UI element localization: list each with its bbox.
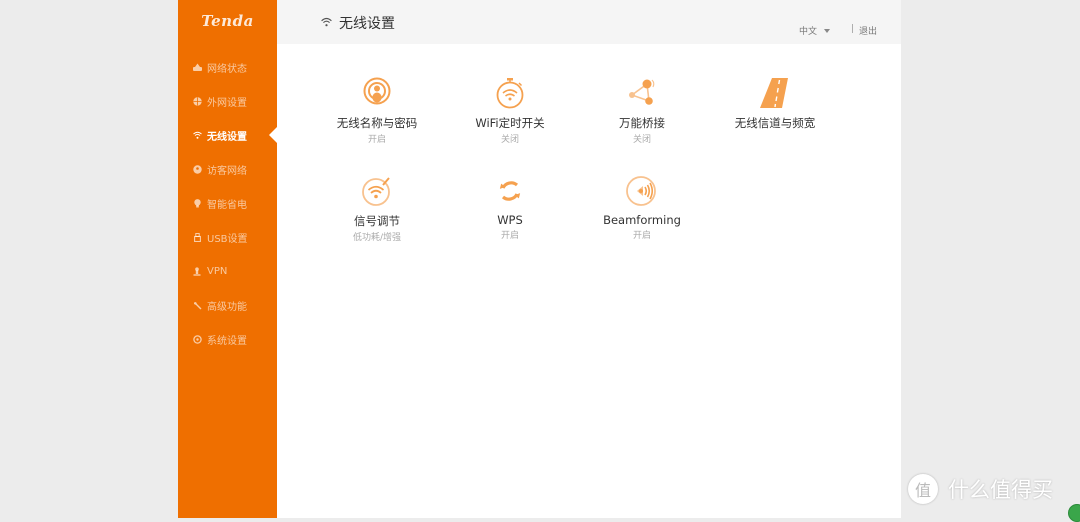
- wrench-icon: [192, 300, 202, 310]
- sidebar-nav: 网络状态 外网设置 无线设置 访客网络 智能省电 USB设置 VPN 高级功能 …: [178, 50, 277, 356]
- road-icon: [720, 76, 830, 110]
- globe-icon: [192, 96, 202, 106]
- vpn-icon: [192, 266, 202, 276]
- logout-link[interactable]: 退出: [859, 24, 877, 37]
- tile-name: 无线信道与频宽: [734, 116, 816, 130]
- tile-name: 万能桥接: [619, 116, 665, 130]
- tile-name: WPS: [497, 213, 523, 227]
- sidebar-item-wireless-settings[interactable]: 无线设置: [178, 118, 277, 152]
- signal-adjust-icon: [322, 174, 432, 208]
- corner-status-icon: [1068, 504, 1080, 522]
- watermark: 值 什么值得买: [908, 474, 1053, 504]
- watermark-text: 什么值得买: [948, 478, 1053, 502]
- sidebar-item-label: VPN: [207, 265, 228, 277]
- tile-name: Beamforming: [603, 213, 681, 227]
- main-panel: 无线设置 中文 | 退出 无线名称与密码 开启 WiFi定时开关 关闭 万能桥接…: [277, 0, 901, 518]
- page-title: 无线设置: [321, 13, 395, 33]
- tile-status: 关闭: [500, 135, 519, 145]
- sidebar-item-label: 高级功能: [207, 301, 247, 313]
- chevron-down-icon: [824, 28, 831, 33]
- sidebar-item-label: 系统设置: [207, 335, 247, 347]
- sidebar-item-wan-settings[interactable]: 外网设置: [178, 84, 277, 118]
- sidebar-item-usb-settings[interactable]: USB设置: [178, 220, 277, 254]
- tile-status: 开启: [500, 231, 519, 241]
- usb-icon: [192, 232, 202, 242]
- tile-status: 开启: [632, 231, 651, 241]
- sidebar-item-system-settings[interactable]: 系统设置: [178, 322, 277, 356]
- bulb-icon: [192, 198, 202, 208]
- tile-status: 关闭: [632, 135, 651, 145]
- bridge-icon: [587, 76, 697, 110]
- tile-name: 无线名称与密码: [336, 116, 418, 130]
- tile-signal-adjust[interactable]: 信号调节 低功耗/增强: [322, 174, 432, 243]
- wifi-timer-icon: [455, 76, 565, 110]
- tile-status: 开启: [367, 135, 386, 145]
- guest-icon: [192, 164, 202, 174]
- sidebar-item-label: 访客网络: [207, 165, 247, 177]
- tenda-logo: Tenda: [201, 12, 254, 30]
- tile-status: 低功耗/增强: [352, 233, 402, 243]
- wifi-pin-icon: [322, 76, 432, 110]
- sidebar: Tenda 网络状态 外网设置 无线设置 访客网络 智能省电 USB设置 VPN…: [178, 0, 277, 518]
- watermark-badge-icon: 值: [908, 474, 938, 504]
- tile-name: WiFi定时开关: [475, 116, 545, 130]
- sidebar-item-power-saving[interactable]: 智能省电: [178, 186, 277, 220]
- sidebar-item-network-status[interactable]: 网络状态: [178, 50, 277, 84]
- tile-wps[interactable]: WPS 开启: [455, 174, 565, 241]
- gear-icon: [192, 334, 202, 344]
- page-title-text: 无线设置: [339, 16, 395, 32]
- tile-wifi-timer[interactable]: WiFi定时开关 关闭: [455, 76, 565, 145]
- sidebar-item-label: 无线设置: [207, 131, 247, 143]
- tile-name: 信号调节: [354, 214, 400, 228]
- beamforming-icon: [587, 174, 697, 208]
- wps-sync-icon: [455, 174, 565, 208]
- router-icon: [192, 62, 202, 72]
- language-select[interactable]: 中文: [799, 24, 831, 37]
- language-value: 中文: [799, 27, 818, 37]
- sidebar-item-advanced[interactable]: 高级功能: [178, 288, 277, 322]
- sidebar-item-guest-network[interactable]: 访客网络: [178, 152, 277, 186]
- header-separator: |: [851, 24, 855, 34]
- wifi-icon: [192, 130, 202, 140]
- tile-universal-bridge[interactable]: 万能桥接 关闭: [587, 76, 697, 145]
- tile-beamforming[interactable]: Beamforming 开启: [587, 174, 697, 241]
- tile-wireless-name-password[interactable]: 无线名称与密码 开启: [322, 76, 432, 145]
- page-header: 无线设置 中文 | 退出: [277, 0, 901, 44]
- wifi-icon: [321, 15, 332, 31]
- sidebar-item-label: 外网设置: [207, 97, 247, 109]
- tile-channel-bandwidth[interactable]: 无线信道与频宽: [720, 76, 830, 132]
- sidebar-item-label: 网络状态: [207, 63, 247, 75]
- sidebar-item-label: USB设置: [207, 233, 248, 245]
- sidebar-item-label: 智能省电: [207, 199, 247, 211]
- sidebar-item-vpn[interactable]: VPN: [178, 254, 277, 288]
